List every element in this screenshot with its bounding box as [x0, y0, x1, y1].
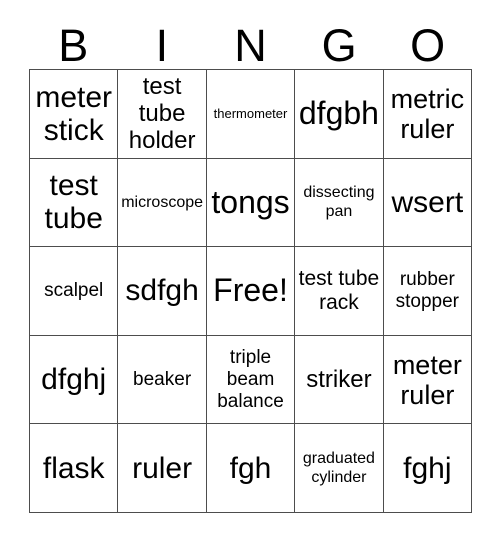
bingo-cell-r3c1[interactable]: scalpel — [30, 247, 119, 336]
bingo-cell-label: meter ruler — [392, 349, 462, 410]
bingo-cell-r2c1[interactable]: test tube — [30, 158, 119, 248]
bingo-cell-r2c3[interactable]: tongs — [206, 158, 296, 248]
bingo-cell-label: rubber stopper — [395, 268, 460, 312]
bingo-cell-r5c3[interactable]: fgh — [206, 424, 296, 513]
bingo-cell-r4c2[interactable]: beaker — [118, 335, 207, 425]
bingo-cell-label: dfghj — [41, 363, 107, 397]
bingo-cell-r1c1[interactable]: meter stick — [30, 70, 119, 159]
bingo-cell-label: striker — [306, 366, 372, 394]
bingo-cell-label: test tube rack — [298, 266, 380, 314]
bingo-cell-r1c2[interactable]: test tube holder — [118, 70, 207, 159]
bingo-row: scalpel sdfgh Free! test tube rack rubber st… — [30, 247, 473, 336]
bingo-cell-r3c3[interactable]: Free! — [206, 247, 296, 336]
bingo-cell-r4c1[interactable]: dfghj — [30, 335, 119, 425]
bingo-cell-label: fgh — [229, 451, 272, 485]
bingo-cell-label: thermometer — [213, 106, 288, 122]
bingo-header-letter-b: B — [58, 20, 89, 71]
bingo-cell-r5c4[interactable]: graduated cylinder — [295, 424, 384, 513]
bingo-cell-label: dfgbh — [298, 95, 379, 132]
bingo-cell-label: Free! — [213, 272, 288, 309]
bingo-header-letter-i: I — [155, 20, 169, 71]
bingo-row: dfghj beaker triple beam balance striker met… — [30, 335, 473, 425]
bingo-header: BINGO — [29, 0, 472, 69]
bingo-cell-label: beaker — [133, 368, 192, 390]
bingo-cell-r5c1[interactable]: flask — [30, 424, 119, 513]
bingo-cell-label: dissecting pan — [303, 184, 375, 221]
bingo-cell-r4c3[interactable]: triple beam balance — [206, 335, 296, 425]
bingo-cell-label: wsert — [391, 185, 464, 219]
bingo-cell-label: test tube — [44, 169, 103, 236]
bingo-row: flask ruler fgh graduated cylinder fghj — [30, 424, 473, 513]
bingo-cell-label: test tube holder — [128, 73, 196, 155]
bingo-header-letter-g: G — [321, 20, 357, 71]
bingo-cell-r2c4[interactable]: dissecting pan — [295, 158, 384, 248]
bingo-row: test tube microscope tongs dissecting pan ws… — [30, 158, 473, 248]
bingo-cell-r1c5[interactable]: metric ruler — [383, 70, 473, 159]
bingo-cell-r5c2[interactable]: ruler — [118, 424, 207, 513]
bingo-cell-label: tongs — [211, 183, 290, 220]
bingo-cell-label: microscope — [121, 193, 204, 211]
bingo-cell-label: meter stick — [35, 80, 113, 147]
bingo-cell-r1c3[interactable]: thermometer — [206, 70, 296, 159]
bingo-cell-label: scalpel — [44, 279, 104, 301]
bingo-cell-label: metric ruler — [390, 83, 465, 144]
bingo-cell-label: fghj — [403, 451, 452, 485]
bingo-cell-r1c4[interactable]: dfgbh — [295, 70, 384, 159]
bingo-cell-r2c5[interactable]: wsert — [383, 158, 473, 248]
bingo-row: meter stick test tube holder thermometer df… — [30, 70, 473, 159]
bingo-cell-label: ruler — [132, 451, 193, 485]
bingo-cell-r3c5[interactable]: rubber stopper — [383, 247, 473, 336]
bingo-cell-r3c2[interactable]: sdfgh — [118, 247, 207, 336]
bingo-header-letter-o: O — [410, 20, 446, 71]
bingo-cell-r4c5[interactable]: meter ruler — [383, 335, 473, 425]
bingo-card: B I N G O meter stick test tube holder thermom… — [29, 0, 473, 513]
bingo-cell-r2c2[interactable]: microscope — [118, 158, 207, 248]
bingo-cell-r4c4[interactable]: striker — [295, 335, 384, 425]
bingo-cell-label: triple beam balance — [217, 346, 284, 412]
bingo-grid: meter stick test tube holder thermometer df… — [29, 69, 473, 513]
bingo-cell-label: flask — [42, 451, 105, 485]
bingo-cell-label: sdfgh — [125, 274, 199, 308]
bingo-header-letter-n: N — [234, 20, 267, 71]
bingo-cell-r3c4[interactable]: test tube rack — [295, 247, 384, 336]
bingo-cell-label: graduated cylinder — [302, 450, 375, 487]
bingo-cell-r5c5[interactable]: fghj — [383, 424, 473, 513]
